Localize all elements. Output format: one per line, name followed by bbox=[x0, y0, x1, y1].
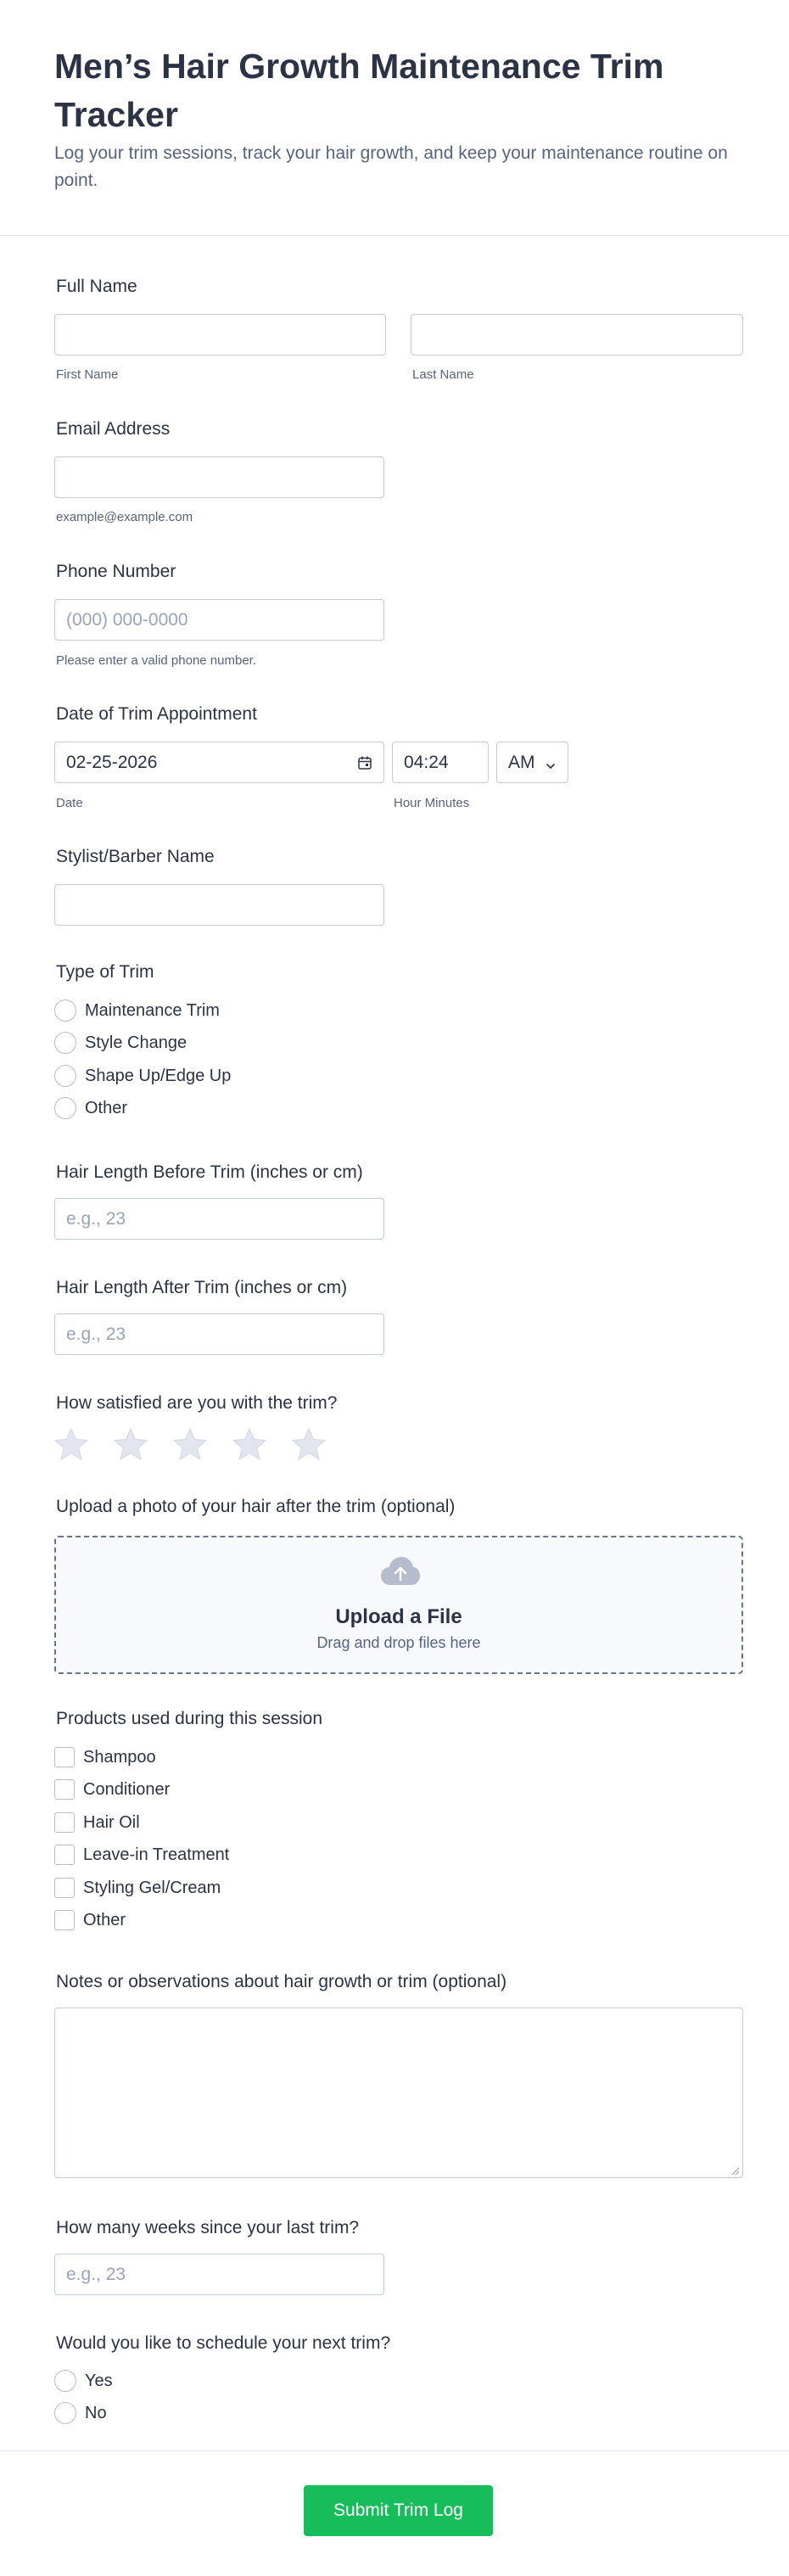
page-subtitle: Log your trim sessions, track your hair … bbox=[54, 143, 728, 190]
phone-label: Phone Number bbox=[56, 562, 176, 581]
notes-label: Notes or observations about hair growth … bbox=[56, 1972, 507, 1991]
schedule-option[interactable]: No bbox=[54, 2401, 107, 2425]
products-option[interactable]: Leave-in Treatment bbox=[54, 1843, 229, 1867]
upload-title: Upload a File bbox=[335, 1605, 462, 1628]
cloud-upload-icon bbox=[379, 1554, 422, 1588]
last-name-sublabel: Last Name bbox=[412, 367, 474, 382]
ampm-value: AM bbox=[508, 752, 535, 772]
option-label: Other bbox=[85, 1098, 128, 1117]
checkbox[interactable] bbox=[54, 1812, 75, 1833]
submit-button[interactable]: Submit Trim Log bbox=[304, 2485, 493, 2536]
option-label: Other bbox=[83, 1910, 126, 1929]
star-icon[interactable] bbox=[291, 1427, 327, 1461]
date-value: 02-25-2026 bbox=[66, 752, 158, 772]
length-after-input[interactable]: e.g., 23 bbox=[54, 1313, 384, 1355]
date-sublabel: Date bbox=[56, 796, 83, 810]
satisfaction-label: How satisfied are you with the trim? bbox=[56, 1393, 338, 1413]
option-label: Leave-in Treatment bbox=[83, 1845, 230, 1864]
option-label: No bbox=[85, 2403, 107, 2422]
schedule-option[interactable]: Yes bbox=[54, 2369, 113, 2393]
checkbox[interactable] bbox=[54, 1878, 75, 1898]
stylist-label: Stylist/Barber Name bbox=[56, 847, 215, 866]
length-after-placeholder: e.g., 23 bbox=[66, 1324, 126, 1344]
phone-input[interactable]: (000) 000-0000 bbox=[54, 599, 384, 641]
radio-button[interactable] bbox=[54, 1065, 76, 1087]
ampm-select[interactable]: AM bbox=[496, 742, 568, 783]
upload-subtitle: Drag and drop files here bbox=[316, 1634, 481, 1651]
page-title: Men’s Hair Growth Maintenance Trim Track… bbox=[54, 47, 664, 134]
notes-textarea[interactable] bbox=[54, 2008, 743, 2178]
length-after-label: Hair Length After Trim (inches or cm) bbox=[56, 1278, 348, 1297]
star-icon[interactable] bbox=[172, 1427, 208, 1461]
products-option[interactable]: Other bbox=[54, 1908, 126, 1932]
last-name-input[interactable] bbox=[411, 314, 743, 356]
upload-dropzone[interactable]: Upload a File Drag and drop files here bbox=[54, 1536, 743, 1674]
option-label: Shape Up/Edge Up bbox=[85, 1066, 232, 1085]
products-option[interactable]: Shampoo bbox=[54, 1745, 156, 1769]
radio-button[interactable] bbox=[54, 1097, 76, 1119]
time-sublabel: Hour Minutes bbox=[394, 796, 470, 810]
trim-type-option[interactable]: Other bbox=[54, 1096, 127, 1120]
star-icon[interactable] bbox=[113, 1427, 148, 1461]
phone-placeholder: (000) 000-0000 bbox=[66, 609, 188, 630]
email-sublabel: example@example.com bbox=[56, 510, 193, 524]
option-label: Style Change bbox=[85, 1033, 187, 1052]
calendar-icon[interactable] bbox=[357, 755, 372, 770]
form-header: Men’s Hair Growth Maintenance Trim Track… bbox=[0, 0, 789, 236]
option-label: Maintenance Trim bbox=[85, 1000, 220, 1020]
option-label: Conditioner bbox=[83, 1779, 171, 1799]
option-label: Hair Oil bbox=[83, 1812, 140, 1832]
option-label: Yes bbox=[85, 2371, 113, 2390]
time-input[interactable]: 04:24 bbox=[392, 742, 489, 783]
email-input[interactable] bbox=[54, 456, 384, 498]
products-option[interactable]: Styling Gel/Cream bbox=[54, 1876, 221, 1900]
option-label: Shampoo bbox=[83, 1747, 156, 1767]
products-label: Products used during this session bbox=[56, 1709, 323, 1728]
phone-sublabel: Please enter a valid phone number. bbox=[56, 653, 256, 668]
first-name-sublabel: First Name bbox=[56, 367, 119, 382]
chevron-down-icon bbox=[545, 757, 557, 769]
star-icon[interactable] bbox=[53, 1427, 89, 1461]
products-option[interactable]: Hair Oil bbox=[54, 1811, 140, 1834]
email-label: Email Address bbox=[56, 419, 171, 439]
stylist-input[interactable] bbox=[54, 884, 384, 926]
radio-button[interactable] bbox=[54, 1032, 76, 1054]
trim-type-option[interactable]: Maintenance Trim bbox=[54, 999, 220, 1022]
weeks-placeholder: e.g., 23 bbox=[66, 2264, 126, 2284]
radio-button[interactable] bbox=[54, 1000, 76, 1022]
upload-label: Upload a photo of your hair after the tr… bbox=[56, 1497, 456, 1516]
checkbox[interactable] bbox=[54, 1910, 75, 1930]
full-name-label: Full Name bbox=[56, 277, 137, 296]
products-option[interactable]: Conditioner bbox=[54, 1778, 170, 1801]
trim-type-option[interactable]: Style Change bbox=[54, 1031, 187, 1055]
radio-button[interactable] bbox=[54, 2370, 76, 2392]
checkbox[interactable] bbox=[54, 1779, 75, 1800]
radio-button[interactable] bbox=[54, 2402, 76, 2424]
resize-grip-icon[interactable] bbox=[730, 2164, 740, 2176]
length-before-label: Hair Length Before Trim (inches or cm) bbox=[56, 1162, 363, 1182]
checkbox[interactable] bbox=[54, 1845, 75, 1865]
first-name-input[interactable] bbox=[54, 314, 386, 356]
option-label: Styling Gel/Cream bbox=[83, 1878, 221, 1897]
date-input[interactable]: 02-25-2026 bbox=[54, 742, 384, 783]
trim-type-option[interactable]: Shape Up/Edge Up bbox=[54, 1064, 231, 1088]
appointment-label: Date of Trim Appointment bbox=[56, 704, 257, 724]
weeks-input[interactable]: e.g., 23 bbox=[54, 2254, 384, 2295]
weeks-label: How many weeks since your last trim? bbox=[56, 2218, 360, 2237]
trim-type-label: Type of Trim bbox=[56, 962, 154, 982]
checkbox[interactable] bbox=[54, 1747, 75, 1767]
length-before-placeholder: e.g., 23 bbox=[66, 1208, 126, 1229]
schedule-label: Would you like to schedule your next tri… bbox=[56, 2333, 391, 2353]
length-before-input[interactable]: e.g., 23 bbox=[54, 1198, 384, 1240]
star-icon[interactable] bbox=[232, 1427, 267, 1461]
